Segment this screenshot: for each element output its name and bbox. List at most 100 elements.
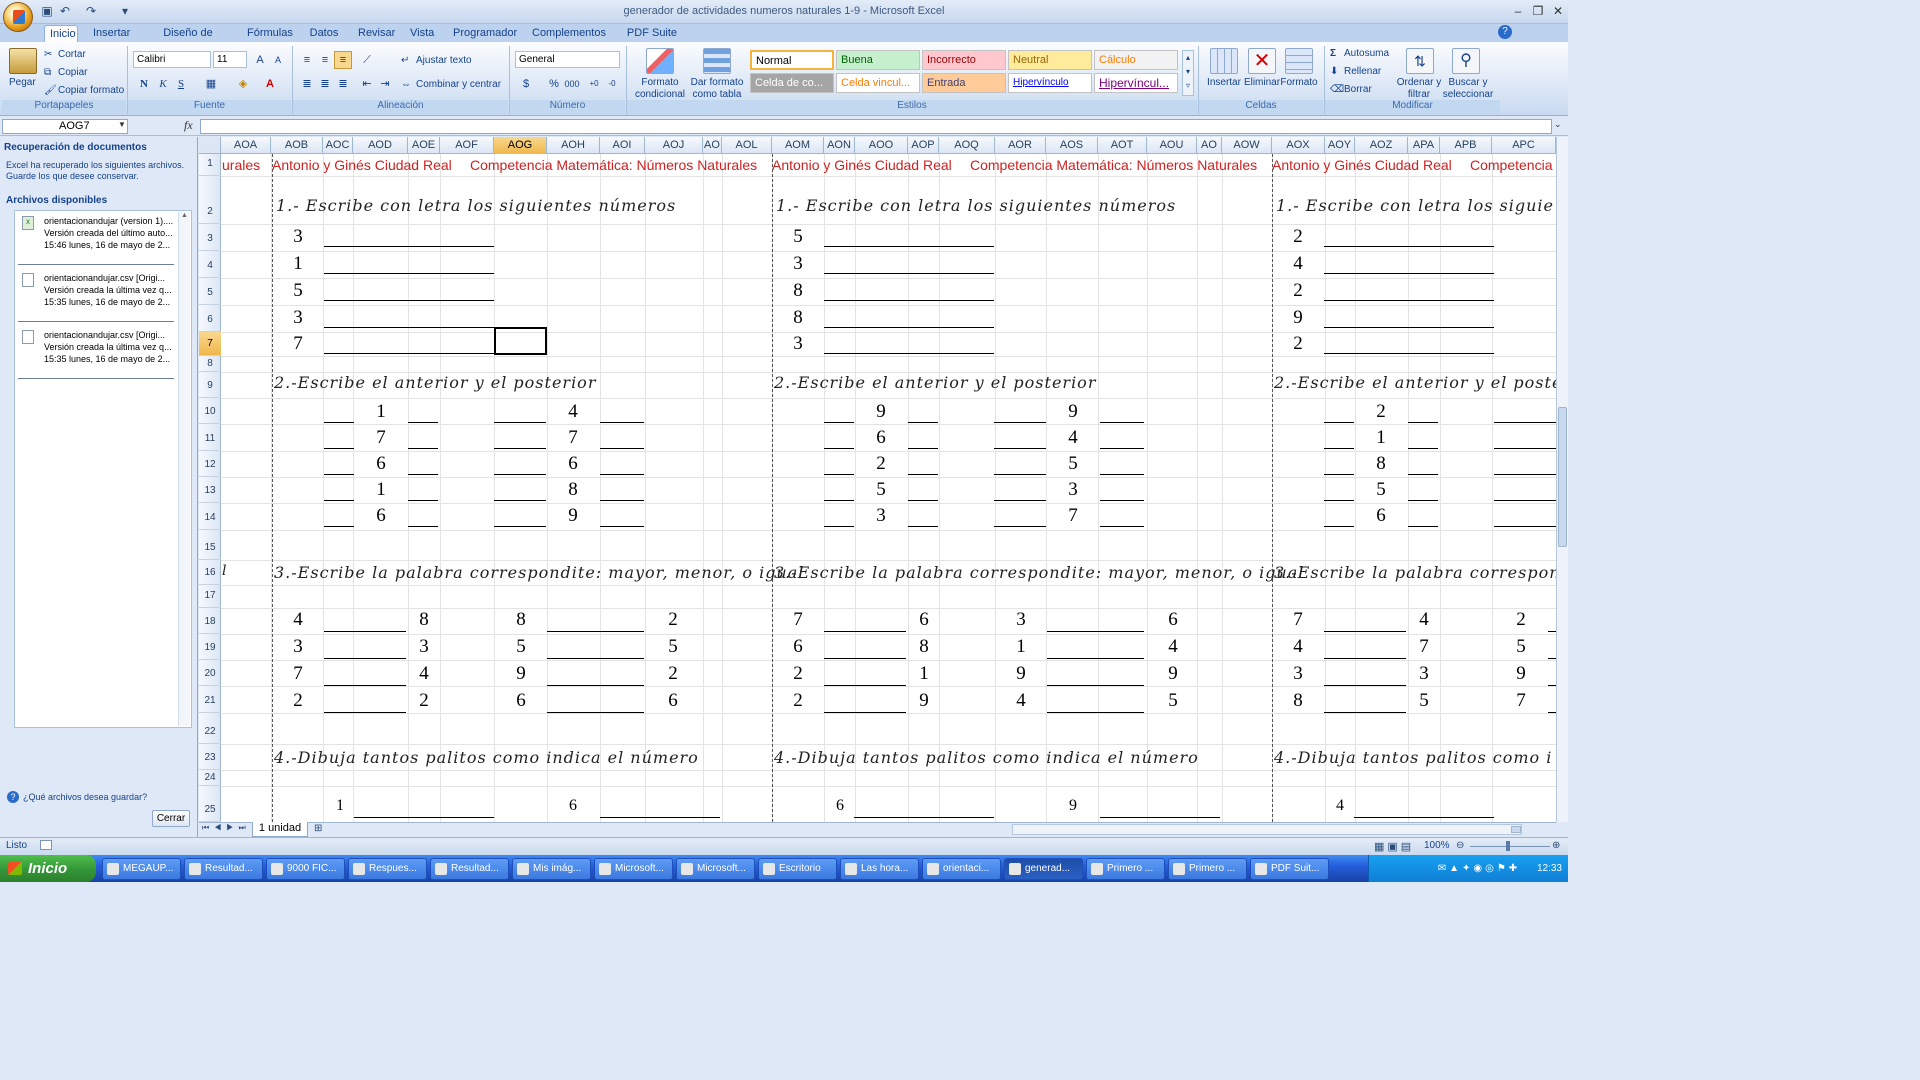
tab-1[interactable]: Insertar <box>88 25 134 42</box>
row-header[interactable]: 9 <box>199 372 221 398</box>
row-header[interactable]: 8 <box>199 356 221 372</box>
row-header[interactable]: 10 <box>199 398 221 424</box>
thousands-button[interactable]: 000 <box>563 75 581 93</box>
column-header[interactable]: AOW <box>1222 137 1272 154</box>
autosum-button[interactable]: Σ Autosuma <box>1330 48 1389 60</box>
which-files-question[interactable]: ¿Qué archivos desea guardar? <box>23 792 147 803</box>
cell-style-6[interactable]: Celda vincul... <box>836 73 920 93</box>
row-header[interactable]: 23 <box>199 744 221 770</box>
column-header[interactable]: APA <box>1408 137 1440 154</box>
taskbar-item[interactable]: Microsoft... <box>676 858 755 880</box>
zoom-level[interactable]: 100% <box>1424 840 1450 851</box>
zoom-slider[interactable] <box>1470 846 1550 847</box>
cell-style-2[interactable]: Incorrecto <box>922 50 1006 70</box>
taskbar-item[interactable]: orientaci... <box>922 858 1001 880</box>
row-header[interactable]: 4 <box>199 251 221 278</box>
tab-2[interactable]: Diseño de página <box>143 25 233 55</box>
cell-style-1[interactable]: Buena <box>836 50 920 70</box>
conditional-format-icon[interactable] <box>646 48 674 74</box>
currency-icon[interactable]: $ <box>517 75 535 93</box>
select-all-button[interactable] <box>199 137 221 154</box>
recovered-file-item[interactable]: x orientacionandujar (version 1).... Versi… <box>18 214 192 268</box>
fill-button[interactable]: ⬇ Rellenar <box>1330 66 1381 78</box>
sheet-nav-icon[interactable]: ⏮◀▶⏭ <box>202 823 251 833</box>
align-right-icon[interactable]: ≣ <box>334 75 352 93</box>
column-header[interactable]: AON <box>824 137 855 154</box>
cell-style-7[interactable]: Entrada <box>922 73 1006 93</box>
sheet-tab-1-unidad[interactable]: 1 unidad <box>252 822 308 837</box>
percent-button[interactable]: % <box>545 75 563 93</box>
format-painter-button[interactable]: 🖌 Copiar formato <box>44 85 124 97</box>
taskbar-item[interactable]: 9000 FIC... <box>266 858 345 880</box>
recovered-file-item[interactable]: orientacionandujar.csv [Origi... Versión … <box>18 271 192 325</box>
taskbar-item[interactable]: Respues... <box>348 858 427 880</box>
column-header[interactable]: AOD <box>353 137 408 154</box>
column-header[interactable]: AOH <box>547 137 600 154</box>
format-as-table-icon[interactable] <box>703 48 731 74</box>
increase-decimal-icon[interactable]: +0 <box>585 75 603 93</box>
format-cells-button[interactable]: Formato <box>1279 77 1319 89</box>
taskbar-item[interactable]: Resultad... <box>184 858 263 880</box>
decrease-decimal-icon[interactable]: -0 <box>603 75 621 93</box>
row-header[interactable]: 5 <box>199 278 221 305</box>
name-box[interactable]: AOG7 <box>2 119 128 134</box>
cell-style-5[interactable]: Celda de co... <box>750 73 834 93</box>
row-header[interactable]: 14 <box>199 503 221 530</box>
insert-cells-button[interactable]: Insertar <box>1204 77 1244 89</box>
cell-style-8[interactable]: Hipervínculo <box>1008 73 1092 93</box>
row-header[interactable]: 20 <box>199 660 221 686</box>
italic-button[interactable]: K <box>154 75 172 93</box>
clear-button[interactable]: ⌫ Borrar <box>1330 84 1372 96</box>
column-header[interactable]: AOT <box>1098 137 1147 154</box>
paste-button[interactable]: Pegar <box>9 77 36 89</box>
style-gallery-scroll-icon[interactable]: ▴ ▾ ▿ <box>1182 50 1194 96</box>
taskbar-item[interactable]: PDF Suit... <box>1250 858 1329 880</box>
column-header[interactable]: AOF <box>440 137 494 154</box>
row-header[interactable]: 17 <box>199 585 221 608</box>
font-name-dropdown[interactable]: Calibri <box>133 51 211 68</box>
column-header[interactable]: AOG <box>494 137 547 154</box>
column-header[interactable]: AOM <box>772 137 824 154</box>
sort-filter-button[interactable]: Ordenar y filtrar <box>1396 77 1442 101</box>
delete-cells-icon[interactable]: ✕ <box>1248 48 1276 74</box>
tab-9[interactable]: PDF Suite 2010 <box>614 25 690 55</box>
insert-cells-icon[interactable] <box>1210 48 1238 74</box>
column-header[interactable]: AOA <box>221 137 271 154</box>
column-header[interactable]: AOX <box>1272 137 1325 154</box>
underline-button[interactable]: S <box>172 75 190 93</box>
help-icon[interactable]: ? <box>1498 25 1512 39</box>
vertical-scrollbar[interactable] <box>1556 137 1568 822</box>
column-header[interactable]: AOP <box>908 137 939 154</box>
formula-input[interactable] <box>200 119 1552 134</box>
taskbar-item[interactable]: Resultad... <box>430 858 509 880</box>
row-header[interactable]: 11 <box>199 424 221 451</box>
cell-style-9[interactable]: Hipervíncul... <box>1094 73 1178 93</box>
taskbar-item[interactable]: Primero ... <box>1168 858 1247 880</box>
column-header[interactable]: AOC <box>323 137 353 154</box>
row-header[interactable]: 15 <box>199 530 221 560</box>
taskbar-item[interactable]: generad... <box>1004 858 1083 880</box>
row-header[interactable]: 1 <box>199 154 221 176</box>
sort-filter-icon[interactable]: ⇅ <box>1406 48 1434 74</box>
column-header[interactable]: AO <box>1197 137 1222 154</box>
row-header[interactable]: 19 <box>199 634 221 660</box>
wrap-text-button[interactable]: ↵ Ajustar texto <box>401 55 472 67</box>
taskbar-item[interactable]: MEGAUP... <box>102 858 181 880</box>
grow-font-icon[interactable]: A <box>251 51 269 69</box>
fill-color-icon[interactable]: ◈ <box>234 75 252 93</box>
number-format-dropdown[interactable]: General <box>515 51 620 68</box>
increase-indent-icon[interactable]: ⇥ <box>376 75 394 93</box>
format-as-table-button[interactable]: Dar formato como tabla <box>688 77 746 101</box>
active-cell[interactable] <box>494 327 547 355</box>
recovered-file-item[interactable]: orientacionandujar.csv [Origi... Versión … <box>18 328 192 382</box>
column-header[interactable]: AO <box>703 137 722 154</box>
row-header[interactable]: 22 <box>199 713 221 744</box>
row-header[interactable]: 21 <box>199 686 221 713</box>
column-header[interactable]: AOE <box>408 137 440 154</box>
row-header[interactable]: 18 <box>199 608 221 634</box>
zoom-out-icon[interactable]: ⊖ <box>1456 840 1464 851</box>
cell-style-4[interactable]: Cálculo <box>1094 50 1178 70</box>
minimize-icon[interactable]: – <box>1508 3 1528 19</box>
insert-sheet-icon[interactable]: ⊞ <box>314 823 322 834</box>
row-header[interactable]: 16 <box>199 560 221 585</box>
